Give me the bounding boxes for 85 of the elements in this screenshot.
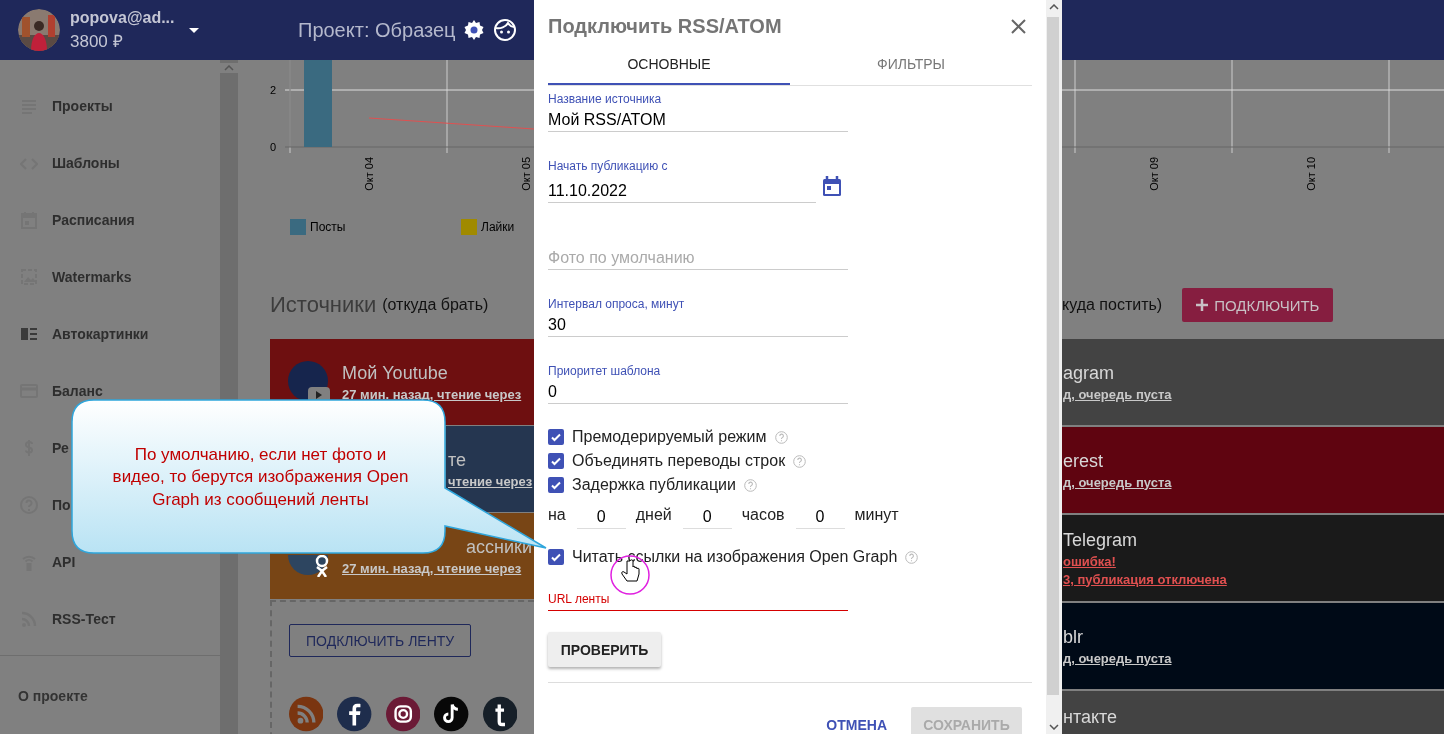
balance: 3800 ₽ <box>70 30 124 52</box>
cancel-button[interactable]: ОТМЕНА <box>826 707 887 734</box>
target-name: erest <box>1063 450 1104 472</box>
sidebar-item[interactable]: Ре <box>0 419 69 476</box>
status-link[interactable]: ошибка! <box>1063 553 1116 569</box>
sidebar-item[interactable]: Автокартинки <box>0 305 149 362</box>
plus-icon <box>1196 299 1209 311</box>
status-link[interactable]: д, очередь пуста <box>1063 474 1172 490</box>
checkbox-label: Премодерируемый режим <box>572 428 767 446</box>
dialog-title: Подключить RSS/ATOM <box>548 15 782 38</box>
tab[interactable]: ОСНОВНЫЕ <box>548 45 790 85</box>
social-network-icon[interactable] <box>434 696 469 732</box>
source-name: Мой Youtube <box>342 362 448 384</box>
axis-label: Окт 04 <box>362 157 375 191</box>
checkbox[interactable] <box>548 453 564 469</box>
checkbox-label: Читать ссылки на изображения Open Graph <box>572 548 898 566</box>
axis-label: Окт 09 <box>1147 157 1160 191</box>
status-link[interactable]: 27 мин. назад, чтение через <box>342 560 522 576</box>
scroll-up-icon[interactable] <box>1049 4 1059 10</box>
source-name: те <box>448 449 467 471</box>
section-subtitle: (откуда брать) <box>382 296 489 314</box>
target-card[interactable]: erest д, очередь пуста <box>1062 427 1444 513</box>
url-field[interactable]: URL ленты <box>548 592 848 611</box>
sidebar-item[interactable]: API <box>0 533 76 590</box>
status-link[interactable]: 3, публикация отключена <box>1063 571 1227 587</box>
scrollbar[interactable] <box>1046 0 1062 734</box>
checkbox-label: Объединять переводы строк <box>572 452 786 470</box>
status-link[interactable]: чтение через <box>448 473 533 489</box>
calendar-icon[interactable] <box>822 176 842 197</box>
sidebar-item[interactable]: Баланс <box>0 362 103 419</box>
project-title: Проект: Образец <box>298 18 456 42</box>
checkbox[interactable] <box>548 477 564 493</box>
tab[interactable]: ФИЛЬТРЫ <box>790 45 1032 85</box>
target-name: Telegram <box>1063 529 1138 551</box>
sidebar-item[interactable]: RSS-Тест <box>0 590 116 647</box>
scroll-down-icon[interactable] <box>1049 724 1059 730</box>
connect-button[interactable]: ПОДКЛЮЧИТЬ <box>1182 288 1334 322</box>
field-label: Интервал опроса, минут <box>548 297 686 311</box>
settings-icon[interactable] <box>463 20 484 40</box>
target-card[interactable]: blr д, очередь пуста <box>1062 603 1444 689</box>
text-field[interactable]: Мой RSS/ATOM <box>548 109 848 132</box>
target-card[interactable]: agram д, очередь пуста <box>1062 339 1444 425</box>
axis-label: Окт 05 <box>519 157 532 191</box>
section-subtitle: куда постить) <box>1062 296 1163 314</box>
source-name: ассники <box>466 536 532 558</box>
sidebar-item[interactable]: По <box>0 476 71 533</box>
legend-label: Посты <box>310 220 346 234</box>
target-card[interactable]: нтакте <box>1062 691 1444 734</box>
source-card[interactable]: те чтение через <box>446 426 534 512</box>
target-card[interactable]: Telegram ошибка! 3, публикация отключена <box>1062 515 1444 601</box>
checkbox-label: Задержка публикации <box>572 476 736 494</box>
unit-label: часов <box>741 505 785 524</box>
axis-label: 2 <box>269 84 276 96</box>
channel-avatar-icon <box>288 555 330 577</box>
field-label: Начать публикацию с <box>548 159 669 173</box>
check-button[interactable]: ПРОВЕРИТЬ <box>548 632 661 667</box>
smiley-icon[interactable] <box>493 19 516 41</box>
status-link[interactable]: д, очередь пуста <box>1063 386 1172 402</box>
social-network-icon[interactable] <box>337 696 372 732</box>
caret-icon[interactable] <box>188 27 199 33</box>
section-title: Источники <box>270 292 377 318</box>
social-network-icon[interactable] <box>482 696 518 732</box>
legend-label: Лайки <box>481 220 515 234</box>
connect-feed-button[interactable]: ПОДКЛЮЧИТЬ ЛЕНТУ <box>289 624 472 657</box>
axis-label: Окт 10 <box>1304 157 1317 191</box>
checkbox[interactable] <box>548 429 564 445</box>
delay-label: на <box>548 505 566 524</box>
target-name: нтакте <box>1063 707 1118 728</box>
sidebar-item[interactable]: Watermarks <box>0 248 132 305</box>
target-name: blr <box>1063 626 1083 648</box>
sidebar-item[interactable]: Проекты <box>0 77 113 134</box>
checkbox[interactable] <box>548 549 564 565</box>
sidebar-item[interactable]: Шаблоны <box>0 134 120 191</box>
field-label: Название источника <box>548 92 663 106</box>
social-network-icon[interactable] <box>385 696 421 732</box>
unit-label: минут <box>854 505 899 524</box>
status-link[interactable]: д, очередь пуста <box>1063 650 1172 666</box>
axis-label: 0 <box>269 141 276 153</box>
unit-label: дней <box>635 505 672 524</box>
target-name: agram <box>1063 362 1115 384</box>
field-label: Приоритет шаблона <box>548 364 662 378</box>
sidebar-item[interactable]: Расписания <box>0 191 135 248</box>
user-email: popova@ad... <box>70 8 175 27</box>
close-icon[interactable] <box>1011 19 1026 34</box>
status-link[interactable]: 27 мин. назад, чтение через <box>342 386 522 402</box>
